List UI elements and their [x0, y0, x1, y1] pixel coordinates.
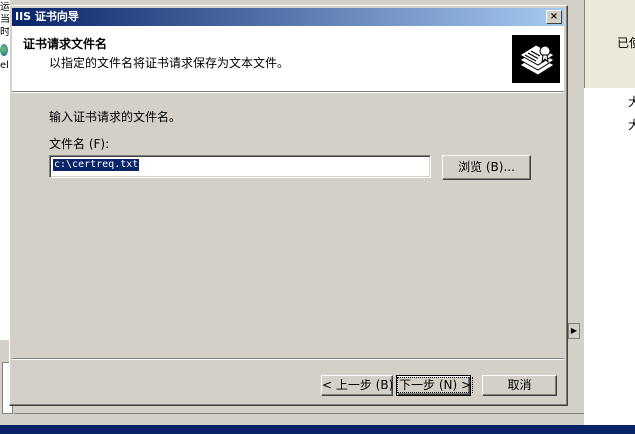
background-list-text: 大 [628, 118, 635, 132]
instruction-text: 输入证书请求的文件名。 [49, 110, 182, 124]
filename-label: 文件名 (F): [49, 135, 109, 152]
scroll-right-arrow-icon[interactable]: ▶ [568, 323, 580, 339]
close-icon: × [549, 11, 559, 22]
filename-input[interactable]: c:\certreq.txt [49, 155, 431, 178]
filename-value: c:\certreq.txt [53, 159, 140, 171]
back-button[interactable]: < 上一步 (B) [321, 375, 393, 396]
close-button[interactable]: × [546, 10, 562, 24]
filename-label-text: 文件名 (F): [49, 137, 110, 151]
browse-button[interactable]: 浏览 (B)... [442, 155, 531, 180]
page-title: 证书请求文件名 [23, 37, 108, 51]
dialog-title: IIS 证书向导 [15, 10, 79, 23]
wizard-header: 证书请求文件名 以指定的文件名将证书请求保存为文本文件。 [12, 26, 564, 91]
background-column-text: 已使 [617, 36, 635, 50]
globe-icon [0, 44, 8, 56]
next-button[interactable]: 下一步 (N) > [396, 375, 474, 396]
footer-divider-highlight [12, 359, 564, 360]
background-right-header: 已使 [584, 0, 635, 88]
certificate-stack-icon [512, 35, 560, 83]
certificate-wizard-dialog: IIS 证书向导 × 证书请求文件名 以指定的文件名将证书请求保存为文本文件。 … [9, 5, 568, 406]
header-divider-highlight [12, 92, 564, 93]
background-list-text: 大 [628, 95, 635, 109]
dialog-titlebar[interactable]: IIS 证书向导 × [12, 8, 564, 26]
taskbar [0, 425, 635, 434]
background-divider [14, 413, 584, 414]
cancel-button[interactable]: 取消 [482, 375, 557, 396]
next-button-label: 下一步 (N) > [397, 377, 474, 393]
background-right-pane: 已使 大 大 [584, 0, 635, 434]
page-subtitle: 以指定的文件名将证书请求保存为文本文件。 [49, 56, 290, 70]
